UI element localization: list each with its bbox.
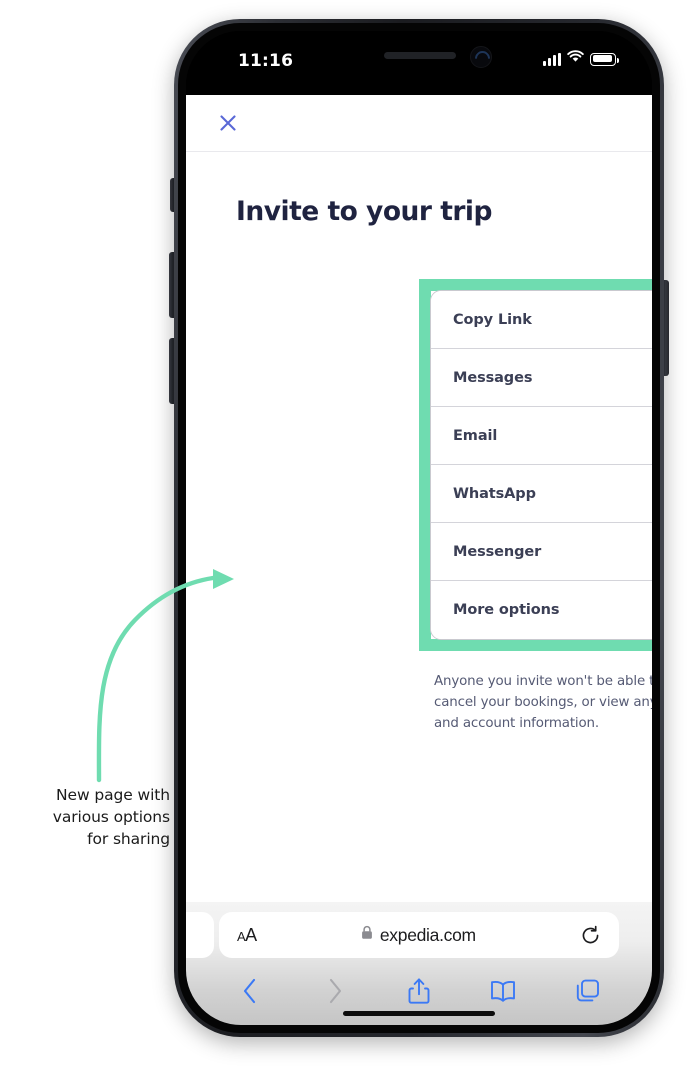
front-camera-icon [470,46,492,68]
text-size-big-a: A [245,924,257,945]
page-title: Invite to your trip [236,196,492,227]
battery-icon [590,52,619,66]
share-option-label: Email [453,427,498,444]
status-bar-indicators [543,50,619,68]
share-option-email[interactable]: Email [431,407,652,465]
modal-header [186,95,652,152]
text-size-button[interactable]: AA [237,925,257,946]
back-button[interactable] [228,971,272,1011]
share-option-messages[interactable]: Messages [431,349,652,407]
status-bar-time: 11:16 [238,51,294,71]
annotation-caption: New page with various options for sharin… [52,786,170,848]
share-option-label: More options [453,602,560,618]
share-option-messenger[interactable]: Messenger [431,523,652,581]
close-icon[interactable] [212,107,244,139]
url-text: expedia.com [379,924,476,945]
bookmarks-button[interactable] [481,971,525,1011]
share-options-list: Copy Link Messages Email WhatsApp Messen… [430,290,652,640]
share-option-label: Messages [453,369,533,386]
reload-icon[interactable] [580,925,601,946]
forward-button[interactable] [313,971,357,1011]
url-bar[interactable]: AA expedia.com [219,912,619,958]
wifi-icon [567,50,584,68]
text-size-small-a: A [237,928,246,944]
share-option-label: Copy Link [453,311,532,328]
share-option-more-options[interactable]: More options [431,581,652,639]
phone-screen: 11:16 Invite to your trip Copy Link Mess… [186,31,652,1025]
earpiece-speaker [384,52,456,59]
adjacent-tab-peek[interactable] [186,912,214,958]
safari-bottom-chrome: AA expedia.com [186,902,652,1025]
lock-icon [361,925,373,945]
safari-toolbar [186,966,652,1016]
share-option-label: Messenger [453,543,542,560]
tabs-button[interactable] [566,971,610,1011]
share-option-whatsapp[interactable]: WhatsApp [431,465,652,523]
cellular-signal-icon [543,52,561,66]
share-option-label: WhatsApp [453,485,536,502]
status-bar: 11:16 [186,31,652,95]
share-button[interactable] [397,971,441,1011]
home-indicator [343,1011,495,1016]
modal-body: Invite to your trip [186,152,652,227]
url-display[interactable]: expedia.com [257,925,580,946]
invite-disclaimer-text: Anyone you invite won't be able to manag… [434,674,652,731]
share-option-copy-link[interactable]: Copy Link [431,291,652,349]
